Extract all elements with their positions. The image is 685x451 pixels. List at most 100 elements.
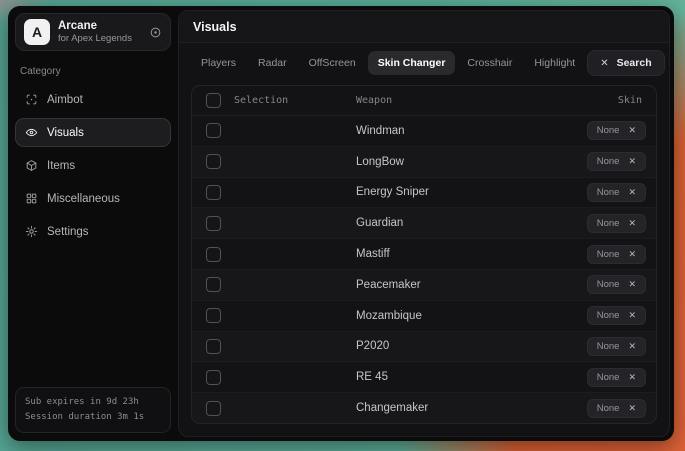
skin-value: None [597, 218, 620, 229]
row-checkbox[interactable] [206, 339, 221, 354]
table-row: Peacemaker None ✕ [192, 269, 656, 300]
sidebar-item-aimbot[interactable]: Aimbot [15, 85, 171, 114]
table-row: Energy Sniper None ✕ [192, 177, 656, 208]
skin-value: None [597, 403, 620, 414]
tab-skin-changer[interactable]: Skin Changer [368, 51, 456, 75]
table-row: Mastiff None ✕ [192, 238, 656, 269]
eye-icon [25, 126, 38, 139]
skin-badge[interactable]: None ✕ [587, 337, 646, 356]
skin-badge[interactable]: None ✕ [587, 368, 646, 387]
skin-badge[interactable]: None ✕ [587, 399, 646, 418]
skin-value: None [597, 279, 620, 290]
sidebar-item-label: Settings [47, 226, 89, 238]
sidebar-item-label: Items [47, 160, 75, 172]
gear-icon [25, 225, 38, 238]
row-checkbox[interactable] [206, 308, 221, 323]
sidebar-item-label: Visuals [47, 127, 84, 139]
main-panel: Visuals PlayersRadarOffScreenSkin Change… [178, 10, 670, 437]
app-logo: A [24, 19, 50, 45]
weapon-name: RE 45 [346, 371, 524, 383]
tab-highlight[interactable]: Highlight [524, 51, 585, 75]
row-checkbox[interactable] [206, 185, 221, 200]
clear-skin-icon[interactable]: ✕ [628, 218, 636, 229]
app-header-card: A Arcane for Apex Legends [15, 13, 171, 51]
clear-skin-icon[interactable]: ✕ [628, 156, 636, 167]
table-row: P2020 None ✕ [192, 331, 656, 362]
x-icon: ✕ [600, 58, 608, 69]
clear-skin-icon[interactable]: ✕ [628, 279, 636, 290]
sidebar-item-miscellaneous[interactable]: Miscellaneous [15, 184, 171, 213]
sidebar-item-items[interactable]: Items [15, 151, 171, 180]
category-label: Category [20, 66, 166, 77]
app-name: Arcane [58, 19, 141, 33]
skin-badge[interactable]: None ✕ [587, 214, 646, 233]
table-row: Guardian None ✕ [192, 207, 656, 238]
row-checkbox[interactable] [206, 370, 221, 385]
tabs-group: PlayersRadarOffScreenSkin ChangerCrossha… [191, 51, 585, 75]
column-header-weapon: Weapon [346, 95, 524, 106]
skin-value: None [597, 310, 620, 321]
box-icon [25, 159, 38, 172]
weapon-name: Changemaker [346, 402, 524, 414]
table-row: Mozambique None ✕ [192, 300, 656, 331]
table-row: RE 45 None ✕ [192, 361, 656, 392]
skin-badge[interactable]: None ✕ [587, 306, 646, 325]
app-subtitle: for Apex Legends [58, 33, 141, 45]
row-checkbox[interactable] [206, 123, 221, 138]
clear-skin-icon[interactable]: ✕ [628, 249, 636, 260]
tab-radar[interactable]: Radar [248, 51, 297, 75]
weapon-name: Windman [346, 125, 524, 137]
skin-badge[interactable]: None ✕ [587, 275, 646, 294]
sidebar-item-settings[interactable]: Settings [15, 217, 171, 246]
sidebar-item-label: Aimbot [47, 94, 83, 106]
page-title: Visuals [179, 11, 669, 43]
row-checkbox[interactable] [206, 277, 221, 292]
clear-skin-icon[interactable]: ✕ [628, 372, 636, 383]
row-checkbox[interactable] [206, 247, 221, 262]
session-duration-text: Session duration 3m 1s [25, 410, 161, 425]
column-header-skin: Skin [524, 95, 656, 106]
clear-skin-icon[interactable]: ✕ [628, 125, 636, 136]
skin-value: None [597, 187, 620, 198]
skin-badge[interactable]: None ✕ [587, 245, 646, 264]
table-row: Changemaker None ✕ [192, 392, 656, 423]
sidebar-nav: Aimbot Visuals Items Miscellaneous Setti… [15, 83, 171, 248]
sidebar-item-visuals[interactable]: Visuals [15, 118, 171, 147]
weapon-name: Guardian [346, 217, 524, 229]
row-checkbox[interactable] [206, 401, 221, 416]
app-logo-letter: A [32, 24, 42, 40]
weapon-name: Peacemaker [346, 279, 524, 291]
clear-skin-icon[interactable]: ✕ [628, 187, 636, 198]
skin-value: None [597, 372, 620, 383]
tab-offscreen[interactable]: OffScreen [299, 51, 366, 75]
row-checkbox[interactable] [206, 154, 221, 169]
search-button[interactable]: ✕ Search [587, 50, 664, 76]
skin-badge[interactable]: None ✕ [587, 121, 646, 140]
sidebar: A Arcane for Apex Legends Category Aimbo… [8, 6, 176, 441]
clear-skin-icon[interactable]: ✕ [628, 403, 636, 414]
desktop-background: A Arcane for Apex Legends Category Aimbo… [0, 0, 685, 451]
sidebar-item-label: Miscellaneous [47, 193, 120, 205]
table-row: Windman None ✕ [192, 116, 656, 146]
skin-value: None [597, 249, 620, 260]
skin-value: None [597, 156, 620, 167]
target-icon[interactable] [149, 26, 162, 39]
skin-value: None [597, 341, 620, 352]
table-row: LongBow None ✕ [192, 146, 656, 177]
clear-skin-icon[interactable]: ✕ [628, 341, 636, 352]
crosshair-icon [25, 93, 38, 106]
tab-players[interactable]: Players [191, 51, 246, 75]
table-body: Windman None ✕ LongBow None ✕ Energy Sni… [192, 116, 656, 423]
skin-badge[interactable]: None ✕ [587, 152, 646, 171]
subscription-status-card: Sub expires in 9d 23h Session duration 3… [15, 387, 171, 433]
table-header-row: Selection Weapon Skin [192, 86, 656, 116]
select-all-checkbox[interactable] [206, 93, 221, 108]
column-header-selection: Selection [234, 95, 346, 106]
row-checkbox[interactable] [206, 216, 221, 231]
tab-crosshair[interactable]: Crosshair [457, 51, 522, 75]
skin-badge[interactable]: None ✕ [587, 183, 646, 202]
clear-skin-icon[interactable]: ✕ [628, 310, 636, 321]
app-meta: Arcane for Apex Legends [58, 19, 141, 45]
weapon-name: Mastiff [346, 248, 524, 260]
weapon-name: LongBow [346, 156, 524, 168]
